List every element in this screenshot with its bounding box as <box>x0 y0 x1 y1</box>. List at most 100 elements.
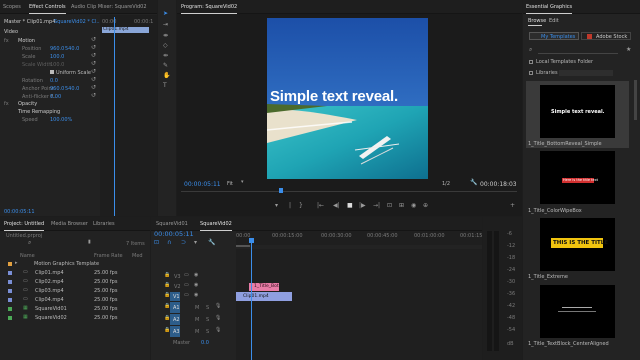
ec-prop-anchor-x[interactable]: 960.0 <box>50 86 64 92</box>
eg-libraries-dropdown[interactable] <box>559 70 613 76</box>
lock-icon[interactable]: 🔒 <box>164 283 170 288</box>
ec-prop-position-x[interactable]: 960.0 <box>50 46 64 52</box>
razor-tool-icon[interactable]: ◇ <box>163 43 168 49</box>
ec-prop-anti-flicker-value[interactable]: 0.00 <box>50 94 61 100</box>
track-name[interactable]: V2 <box>174 284 181 290</box>
timeline-playhead-handle[interactable] <box>249 238 254 243</box>
tab-libraries[interactable]: Libraries <box>93 221 115 227</box>
ec-scale-width-reset-icon[interactable]: ↺ <box>91 61 96 67</box>
nest-icon[interactable]: ⊡ <box>154 240 159 246</box>
fit-chevron-icon[interactable]: ▾ <box>241 180 244 185</box>
new-bin-icon[interactable]: ▮ <box>88 240 91 245</box>
tab-effect-controls[interactable]: Effect Controls <box>29 4 66 14</box>
eg-search-icon[interactable]: ⌕ <box>529 47 532 53</box>
ec-sequence-label[interactable]: SquareVid02 * Cl... <box>54 19 101 25</box>
program-timecode[interactable]: 00:00:05:11 <box>184 181 221 188</box>
master-track-value[interactable]: 0.0 <box>201 340 209 346</box>
ec-position-reset-icon[interactable]: ↺ <box>91 45 96 51</box>
extract-icon[interactable]: ⊞ <box>399 203 404 209</box>
tab-audio-clip-mixer[interactable]: Audio Clip Mixer: SquareVid02 <box>71 4 147 10</box>
tab-squarevid02[interactable]: SquareVid02 <box>200 221 232 231</box>
tab-media-browser[interactable]: Media Browser <box>51 221 88 227</box>
track-name[interactable]: A3 <box>173 329 180 335</box>
video-clip[interactable]: Clip01.mp4 <box>236 292 292 301</box>
step-forward-icon[interactable]: |▶ <box>359 203 366 209</box>
ec-antiflicker-reset-icon[interactable]: ↺ <box>91 93 96 99</box>
list-item[interactable]: ▦ SquareVid02 25.00 fps <box>0 314 150 322</box>
mark-out-icon[interactable]: | <box>289 203 291 209</box>
eg-template-card[interactable]: Here is the title text 1_Title_ColorWipe… <box>526 151 629 217</box>
ec-playhead[interactable] <box>114 17 115 216</box>
eg-adobe-stock-toggle[interactable]: Adobe Stock <box>581 32 631 40</box>
program-scrub-playhead[interactable] <box>279 188 283 193</box>
button-editor-icon[interactable]: ⊕ <box>423 203 428 209</box>
ec-source-label[interactable]: Master * Clip01.mp4 <box>4 19 55 25</box>
sync-lock-icon[interactable]: ▭ <box>184 283 189 288</box>
eye-icon[interactable]: ◉ <box>194 273 198 278</box>
title-clip[interactable]: 1_Title_Bot <box>249 283 279 291</box>
sync-lock-icon[interactable]: ▭ <box>184 273 189 278</box>
solo-button[interactable]: S <box>206 305 209 311</box>
track-name[interactable]: V1 <box>173 294 180 300</box>
eg-template-card[interactable]: 1_Title_TextBlock_CenterAligned <box>526 285 629 351</box>
uniform-scale-checkbox[interactable] <box>50 70 54 74</box>
ec-prop-scale-value[interactable]: 100.0 <box>50 54 64 60</box>
timeline-settings-icon[interactable]: 🔧 <box>208 240 215 246</box>
timeline-playhead[interactable] <box>251 239 252 360</box>
ripple-edit-tool-icon[interactable]: ⇼ <box>163 33 168 39</box>
lift-icon[interactable]: ⊡ <box>387 203 392 209</box>
eg-template-card[interactable]: Simple text reveal. 1_Title_BottomReveal… <box>526 81 629 148</box>
selection-tool-icon[interactable]: ➤ <box>163 11 168 17</box>
eg-star-icon[interactable]: ★ <box>626 47 631 53</box>
add-button-icon[interactable]: + <box>510 203 515 209</box>
eg-template-card[interactable]: THIS IS THE TITLE 1_Title_Extreme <box>526 218 629 284</box>
project-col-name[interactable]: Name <box>20 253 35 259</box>
export-frame-icon[interactable]: ◉ <box>411 203 416 209</box>
tab-project[interactable]: Project: Untitled <box>4 221 45 231</box>
project-col-media[interactable]: Med <box>132 253 143 259</box>
go-to-in-icon[interactable]: } <box>299 203 303 209</box>
mute-button[interactable]: M <box>195 317 199 323</box>
ec-clip-bar[interactable]: Clip01.mp4 <box>102 27 149 33</box>
ec-opacity[interactable]: Opacity <box>18 101 37 107</box>
eg-tab-browse[interactable]: Browse <box>528 18 546 24</box>
work-area-bar[interactable] <box>236 245 250 247</box>
program-video-frame[interactable]: Simple text reveal. <box>267 18 428 179</box>
list-item[interactable]: ▦ SquareVid01 25.00 fps <box>0 305 150 313</box>
ec-anchor-reset-icon[interactable]: ↺ <box>91 85 96 91</box>
eye-icon[interactable]: ◉ <box>194 283 198 288</box>
mark-in-icon[interactable]: ▾ <box>275 203 278 209</box>
hand-tool-icon[interactable]: ✋ <box>163 73 170 79</box>
list-item[interactable]: ▭ Clip04.mp4 25.00 fps <box>0 296 150 304</box>
linked-selection-icon[interactable]: ⊃ <box>181 240 186 246</box>
track-name[interactable]: A2 <box>173 317 180 323</box>
project-col-fps[interactable]: Frame Rate <box>94 253 123 259</box>
list-item[interactable]: ▸ Motion Graphics Template <box>0 260 150 268</box>
mic-icon[interactable]: 🎙 <box>215 304 221 309</box>
step-back-icon[interactable]: ◀| <box>333 203 340 209</box>
tab-scopes[interactable]: Scopes <box>3 4 21 10</box>
program-scrub-bar[interactable] <box>181 191 517 192</box>
project-search-icon[interactable]: ⌕ <box>28 240 31 246</box>
mute-button[interactable]: M <box>195 329 199 335</box>
mic-icon[interactable]: 🎙 <box>215 316 221 321</box>
list-item[interactable]: ▭ Clip03.mp4 25.00 fps <box>0 287 150 295</box>
eg-libraries-checkbox[interactable] <box>529 71 533 75</box>
ec-time-remapping[interactable]: Time Remapping <box>18 109 60 115</box>
ec-bottom-timecode[interactable]: 00:00:05:11 <box>4 209 35 215</box>
type-tool-icon[interactable]: T <box>163 83 167 89</box>
ec-motion[interactable]: Motion <box>18 38 35 44</box>
eg-local-folder-checkbox[interactable] <box>529 60 533 64</box>
slip-tool-icon[interactable]: ⇹ <box>163 53 168 59</box>
eg-search-input[interactable] <box>538 48 618 54</box>
ec-prop-rotation-value[interactable]: 0.0 <box>50 78 58 84</box>
ec-prop-position-y[interactable]: 540.0 <box>65 46 79 52</box>
timeline-timecode[interactable]: 00:00:05:11 <box>154 230 194 238</box>
pen-tool-icon[interactable]: ✎ <box>163 63 168 69</box>
lock-icon[interactable]: 🔒 <box>164 273 170 278</box>
mute-button[interactable]: M <box>195 305 199 311</box>
ec-motion-reset-icon[interactable]: ↺ <box>91 37 96 43</box>
ec-uniform-reset-icon[interactable]: ↺ <box>91 69 96 75</box>
track-name[interactable]: A1 <box>173 305 180 311</box>
go-in-icon[interactable]: |← <box>317 203 324 209</box>
